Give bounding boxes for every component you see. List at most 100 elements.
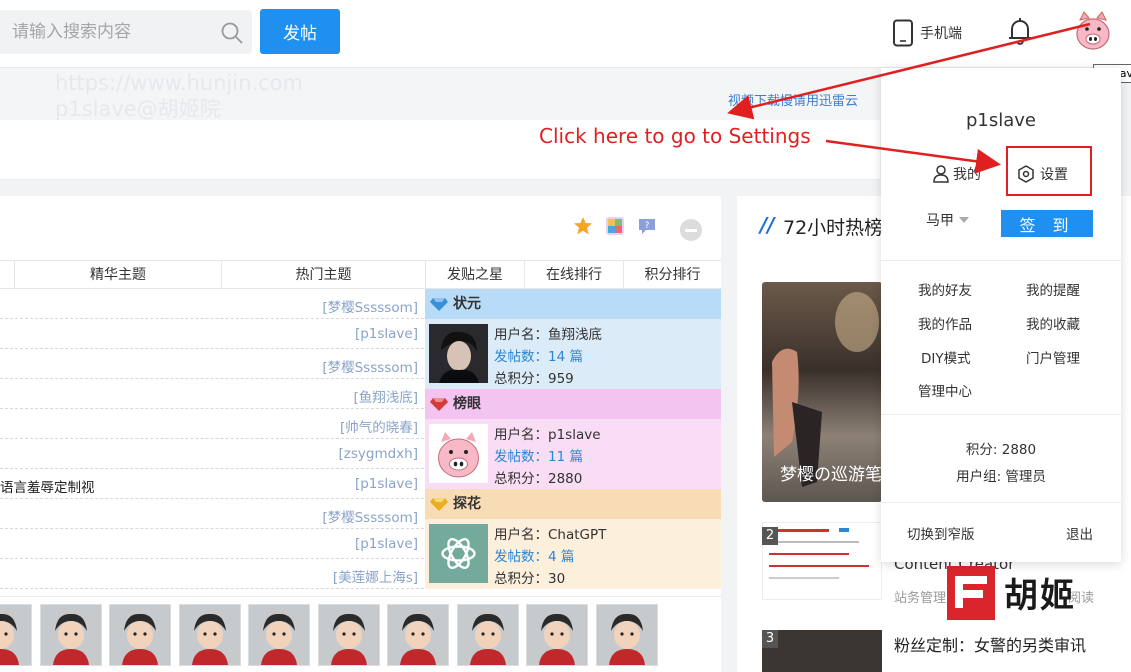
menu-admin-center[interactable]: 管理中心: [918, 380, 972, 400]
rank-posts[interactable]: 11 篇: [548, 449, 583, 465]
thread-row[interactable]: 语言羞辱定制视 [p1slave]: [0, 469, 424, 499]
member-face-avatar[interactable]: [40, 604, 102, 666]
thread-row[interactable]: [美莲娜上海s]: [0, 559, 424, 589]
chatgpt-logo-icon[interactable]: [429, 524, 488, 583]
thread-author[interactable]: [p1slave]: [355, 326, 418, 342]
thread-author[interactable]: [p1slave]: [355, 476, 418, 492]
tab-post-stars[interactable]: 发贴之星: [425, 261, 524, 289]
menu-diy-mode[interactable]: DIY模式: [921, 347, 971, 367]
collapse-icon[interactable]: [679, 218, 703, 242]
rank-username[interactable]: 鱼翔浅底: [548, 327, 602, 343]
rank-score: 30: [548, 571, 566, 587]
rank-header-second: 榜眼: [425, 389, 721, 419]
thread-title[interactable]: 语言羞辱定制视: [0, 476, 95, 496]
search-input[interactable]: [12, 10, 212, 54]
thread-row[interactable]: [p1slave]: [0, 319, 424, 349]
vest-select[interactable]: 马甲: [926, 210, 969, 230]
member-face-avatar[interactable]: [318, 604, 380, 666]
thread-row[interactable]: [梦樱Sssssom]: [0, 499, 424, 529]
member-face-avatar[interactable]: [248, 604, 310, 666]
member-face-avatar[interactable]: [457, 604, 519, 666]
rank-username[interactable]: p1slave: [548, 427, 601, 443]
post-button[interactable]: 发帖: [260, 9, 340, 54]
thread-row[interactable]: [梦樱Sssssom]: [0, 349, 424, 379]
gear-icon: [1018, 165, 1034, 183]
divider: [881, 414, 1121, 415]
my-profile-link[interactable]: 我的: [933, 164, 981, 184]
thread-row[interactable]: [p1slave]: [0, 529, 424, 559]
switch-narrow-link[interactable]: 切换到窄版: [907, 523, 975, 543]
member-face-avatar[interactable]: [109, 604, 171, 666]
rank-score: 959: [548, 371, 574, 387]
thread-author[interactable]: [p1slave]: [355, 536, 418, 552]
user-avatar[interactable]: [1074, 10, 1112, 52]
tab-online[interactable]: 在线排行: [524, 261, 623, 289]
menu-my-reminders[interactable]: 我的提醒: [1026, 279, 1080, 299]
rank-score: 2880: [548, 471, 583, 487]
search-box: [0, 10, 252, 54]
thread-author[interactable]: [鱼翔浅底]: [353, 386, 418, 406]
rank-posts[interactable]: 14 篇: [548, 349, 583, 365]
hot-item-thumbnail[interactable]: [762, 522, 882, 600]
thread-author[interactable]: [美莲娜上海s]: [333, 566, 418, 586]
tab-hot[interactable]: 热门主题: [221, 261, 425, 289]
member-face-avatar[interactable]: [0, 604, 32, 666]
diamond-icon: [430, 398, 448, 411]
chevron-down-icon: [959, 217, 969, 223]
tab-digest[interactable]: 精华主题: [14, 261, 221, 289]
menu-portal-admin[interactable]: 门户管理: [1026, 347, 1080, 367]
search-icon[interactable]: [220, 21, 244, 45]
menu-my-works[interactable]: 我的作品: [918, 313, 972, 333]
hot-title: 72小时热榜: [783, 217, 884, 239]
rank-number: 3: [762, 630, 778, 648]
bell-icon[interactable]: [1007, 16, 1033, 46]
thread-author[interactable]: [zsygmdxh]: [339, 446, 418, 462]
menu-my-friends[interactable]: 我的好友: [918, 279, 972, 299]
divider: [881, 502, 1121, 503]
mobile-link[interactable]: 手机端: [892, 19, 962, 47]
banner-watermark: https://www.hunjin.com p1slave@胡姬院: [55, 71, 303, 121]
user-avatar[interactable]: [429, 324, 488, 383]
user-score: 积分: 2880: [965, 442, 1037, 458]
checkin-button[interactable]: 签 到: [1001, 210, 1093, 237]
mobile-label: 手机端: [920, 26, 962, 42]
thread-author[interactable]: [帅气的晓春]: [340, 416, 418, 436]
tab-score[interactable]: 积分排行: [623, 261, 721, 289]
annotation-text: Click here to go to Settings: [539, 124, 811, 148]
rank-posts[interactable]: 4 篇: [548, 549, 574, 565]
menu-username: p1slave: [965, 110, 1036, 131]
hot-item-category[interactable]: 站务管理: [894, 587, 946, 606]
hot-item-thumbnail[interactable]: [762, 630, 882, 672]
menu-my-favorites[interactable]: 我的收藏: [1026, 313, 1080, 333]
site-logo-text: 胡姬: [1004, 576, 1076, 616]
download-tip-link[interactable]: 视频下载慢请用迅雷云: [728, 90, 858, 109]
user-avatar[interactable]: [429, 424, 488, 483]
rank-header-third: 探花: [425, 489, 721, 519]
thread-row[interactable]: [鱼翔浅底]: [0, 379, 424, 409]
image-icon[interactable]: [605, 216, 625, 236]
settings-link[interactable]: 设置: [1017, 164, 1068, 184]
member-face-avatar[interactable]: [179, 604, 241, 666]
user-group: 用户组: 管理员: [956, 469, 1046, 485]
thread-row[interactable]: [梦樱Sssssom]: [0, 289, 424, 319]
rank-username[interactable]: ChatGPT: [548, 527, 606, 543]
help-icon[interactable]: ?: [637, 216, 657, 236]
member-face-avatar[interactable]: [526, 604, 588, 666]
thread-author[interactable]: [梦樱Sssssom]: [322, 296, 418, 316]
divider: [881, 260, 1121, 261]
hot-item-title[interactable]: 粉丝定制：女警的另类审讯: [894, 632, 1086, 656]
thread-author[interactable]: [梦樱Sssssom]: [322, 356, 418, 376]
star-icon[interactable]: [573, 216, 593, 236]
thread-row[interactable]: [zsygmdxh]: [0, 439, 424, 469]
hot-title-marker: //: [760, 213, 775, 237]
thread-row[interactable]: [帅气的晓春]: [0, 409, 424, 439]
member-face-avatar[interactable]: [387, 604, 449, 666]
diamond-icon: [430, 298, 448, 311]
thread-author[interactable]: [梦樱Sssssom]: [322, 506, 418, 526]
member-face-avatar[interactable]: [596, 604, 658, 666]
logout-link[interactable]: 退出: [1066, 523, 1093, 543]
hot-item-caption[interactable]: 梦樱の巡游笔: [780, 460, 882, 485]
rank-card-third: 用户名：ChatGPT 发帖数：4 篇 总积分：30: [425, 519, 721, 589]
rank-number: 2: [762, 527, 778, 545]
phone-icon: [893, 19, 913, 47]
